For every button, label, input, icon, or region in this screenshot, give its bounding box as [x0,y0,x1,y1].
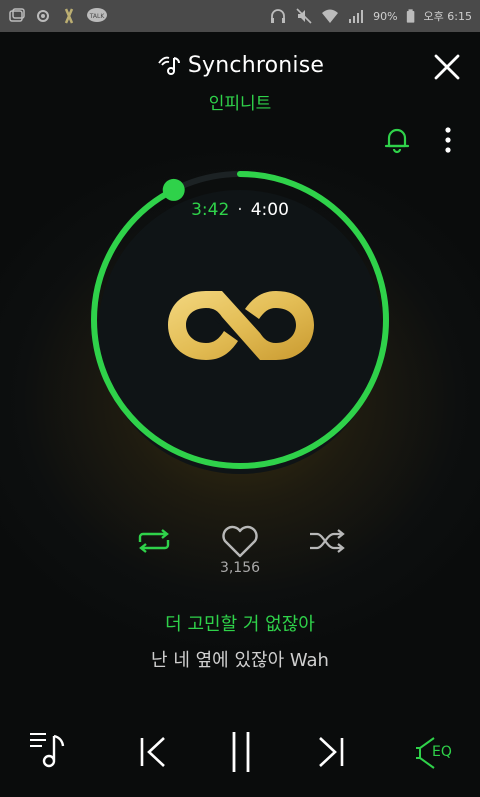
header: Synchronise 인피니트 [0,45,480,114]
headphones-icon [271,9,286,23]
battery-icon [406,9,414,23]
previous-icon[interactable] [138,736,168,768]
wifi-icon [322,9,339,23]
signal-icon [349,10,364,23]
pause-icon[interactable] [228,730,254,774]
lyrics-panel[interactable]: 더 고민할 거 없잖아 난 네 옆에 있잖아 Wah [0,610,480,678]
artist-name[interactable]: 인피니트 [0,89,480,114]
lyric-current-line: 더 고민할 거 없잖아 [165,614,315,635]
action-row: 3,156 [0,520,480,580]
playback-controls: EQ [0,720,480,780]
lyric-next-line: 난 네 옆에 있잖아 Wah [151,650,329,671]
shuffle-icon[interactable] [308,528,346,554]
status-left: TALK [8,7,108,25]
svg-text:TALK: TALK [89,13,106,20]
time-display: 3:42 · 4:00 [0,200,480,220]
status-bar: TALK 90% 오후 6:15 [0,0,480,32]
current-time: 3:42 [191,200,230,220]
gallery-notification-icon [9,8,25,22]
battery-percent: 90% [373,9,398,23]
time-separator: · [237,200,243,220]
status-right: 90% 오후 6:15 [269,7,472,25]
progress-knob [162,178,185,201]
mute-icon [296,8,312,24]
status-time: 오후 6:15 [423,10,472,23]
infinite-logo [168,291,314,360]
chat-notification-icon: TALK [87,8,107,22]
like-count: 3,156 [219,560,261,576]
repeat-icon[interactable] [136,528,172,554]
song-title: Synchronise [187,52,325,78]
header-title-row: Synchronise [0,45,480,85]
close-icon[interactable] [432,52,462,82]
equalizer-button[interactable]: EQ [414,736,458,770]
ribbon-notification-icon [64,8,74,24]
playlist-icon[interactable] [28,730,68,770]
eq-label: EQ [432,744,452,760]
next-icon[interactable] [316,736,346,768]
settings-notification-icon [37,10,49,22]
heart-icon[interactable] [220,524,260,560]
total-time: 4:00 [250,200,289,220]
music-sync-icon [158,56,180,75]
